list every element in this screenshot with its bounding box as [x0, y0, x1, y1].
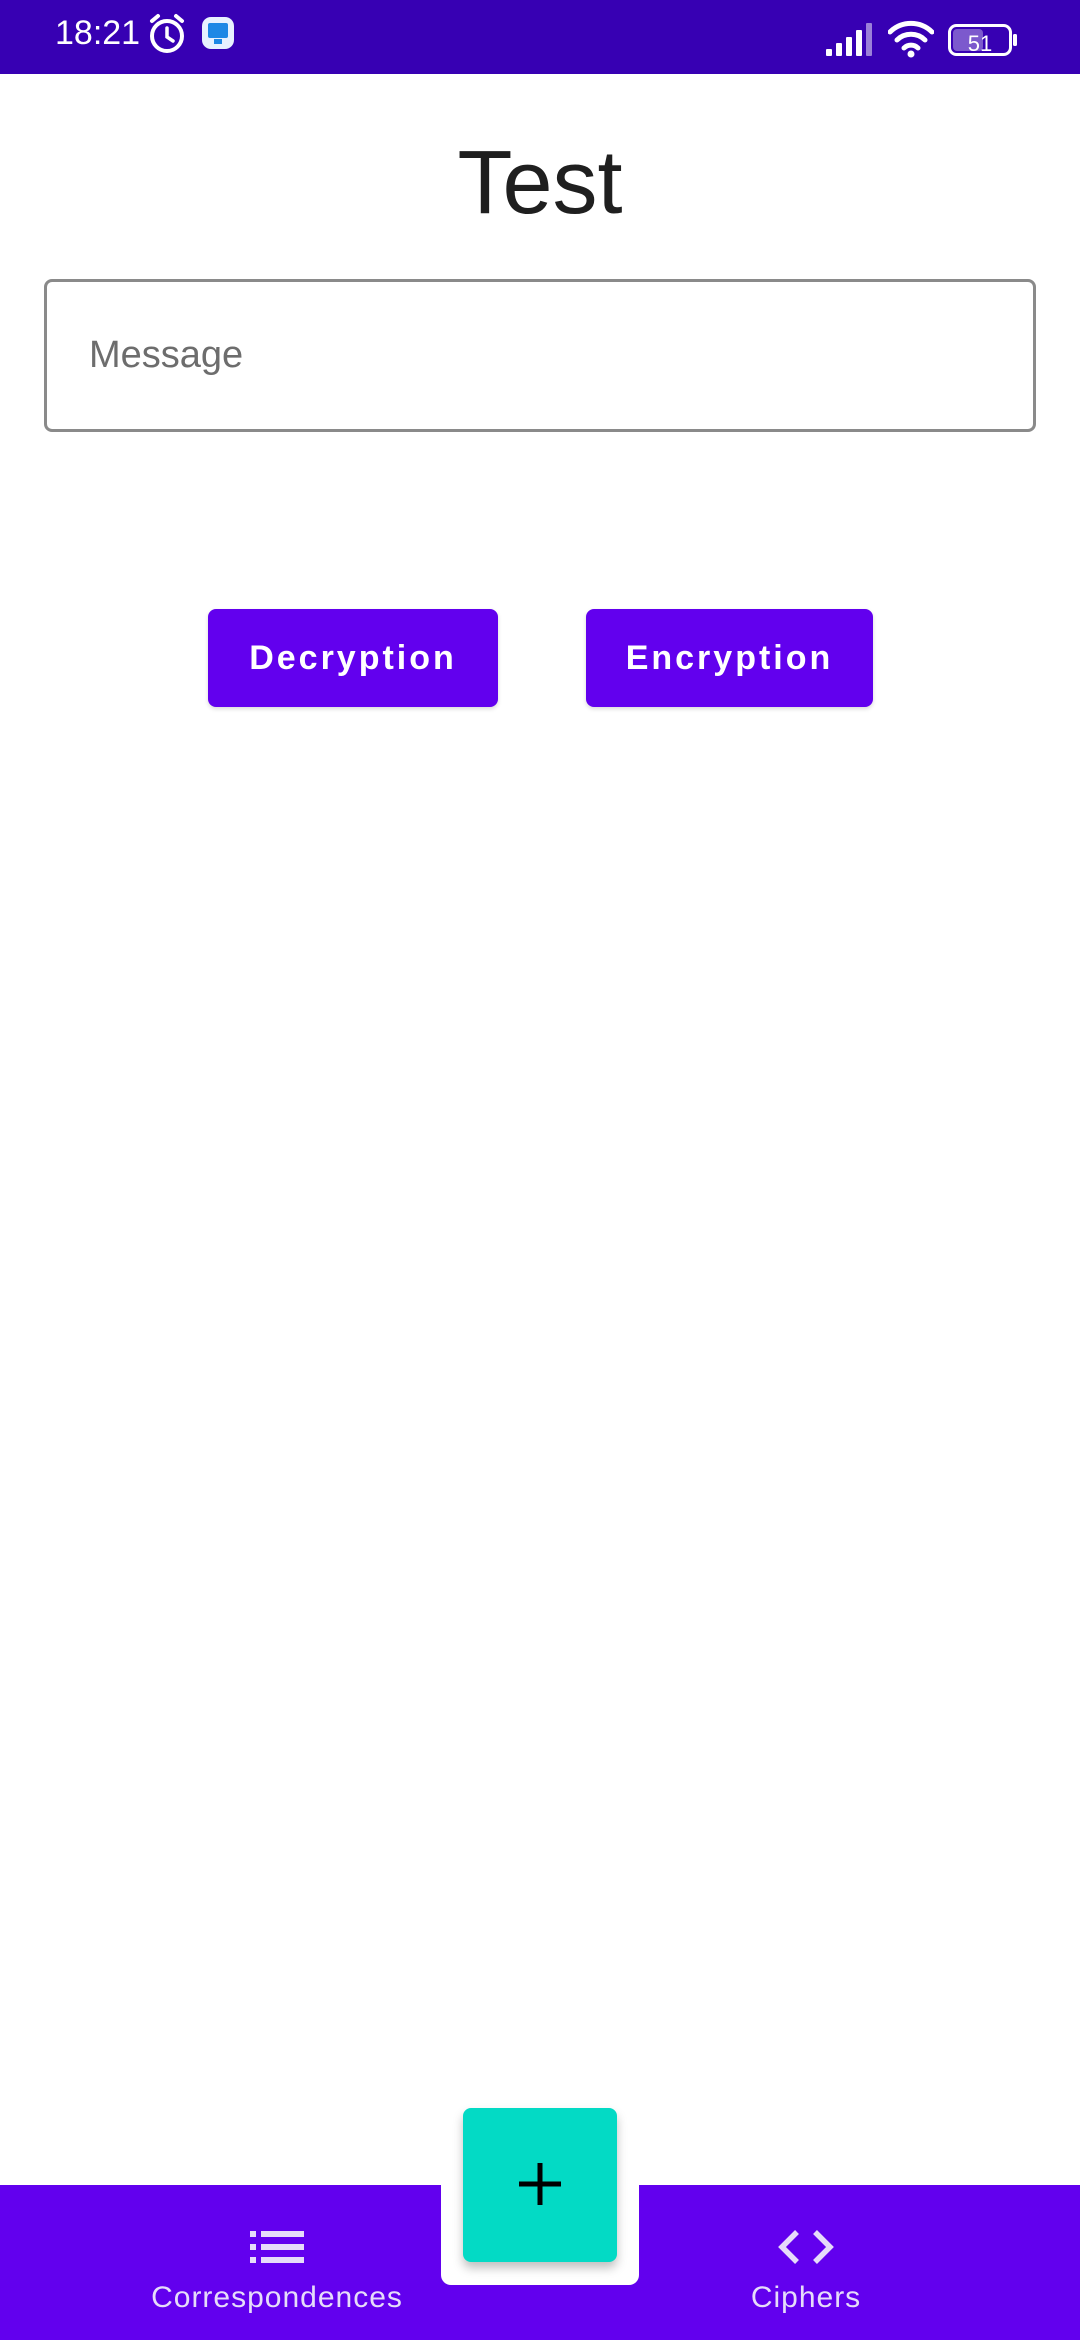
- app-notification-icon: [200, 15, 236, 55]
- add-fab-button[interactable]: [463, 2108, 617, 2262]
- battery-level: 51: [967, 31, 993, 56]
- page-title: Test: [457, 133, 623, 233]
- alarm-icon: [147, 12, 187, 60]
- status-bar: 18:21 51: [0, 0, 1080, 74]
- nav-label-ciphers: Ciphers: [750, 2281, 862, 2314]
- nav-item-ciphers[interactable]: Ciphers: [706, 2185, 906, 2340]
- status-time: 18:21: [55, 14, 141, 52]
- signal-icon: [826, 22, 874, 60]
- decryption-button[interactable]: Decryption: [208, 609, 498, 707]
- nav-item-correspondences[interactable]: Correspondences: [130, 2185, 424, 2340]
- plus-icon: [517, 2161, 563, 2210]
- wifi-icon: [887, 20, 935, 62]
- code-icon: [777, 2225, 835, 2269]
- list-icon: [250, 2225, 304, 2269]
- nav-label-correspondences: Correspondences: [151, 2281, 403, 2314]
- message-input[interactable]: [47, 282, 1033, 429]
- app-screen: 18:21 51 Test Message Decryption Encrypt…: [0, 0, 1080, 2340]
- message-field: [44, 279, 1036, 432]
- encryption-button[interactable]: Encryption: [586, 609, 873, 707]
